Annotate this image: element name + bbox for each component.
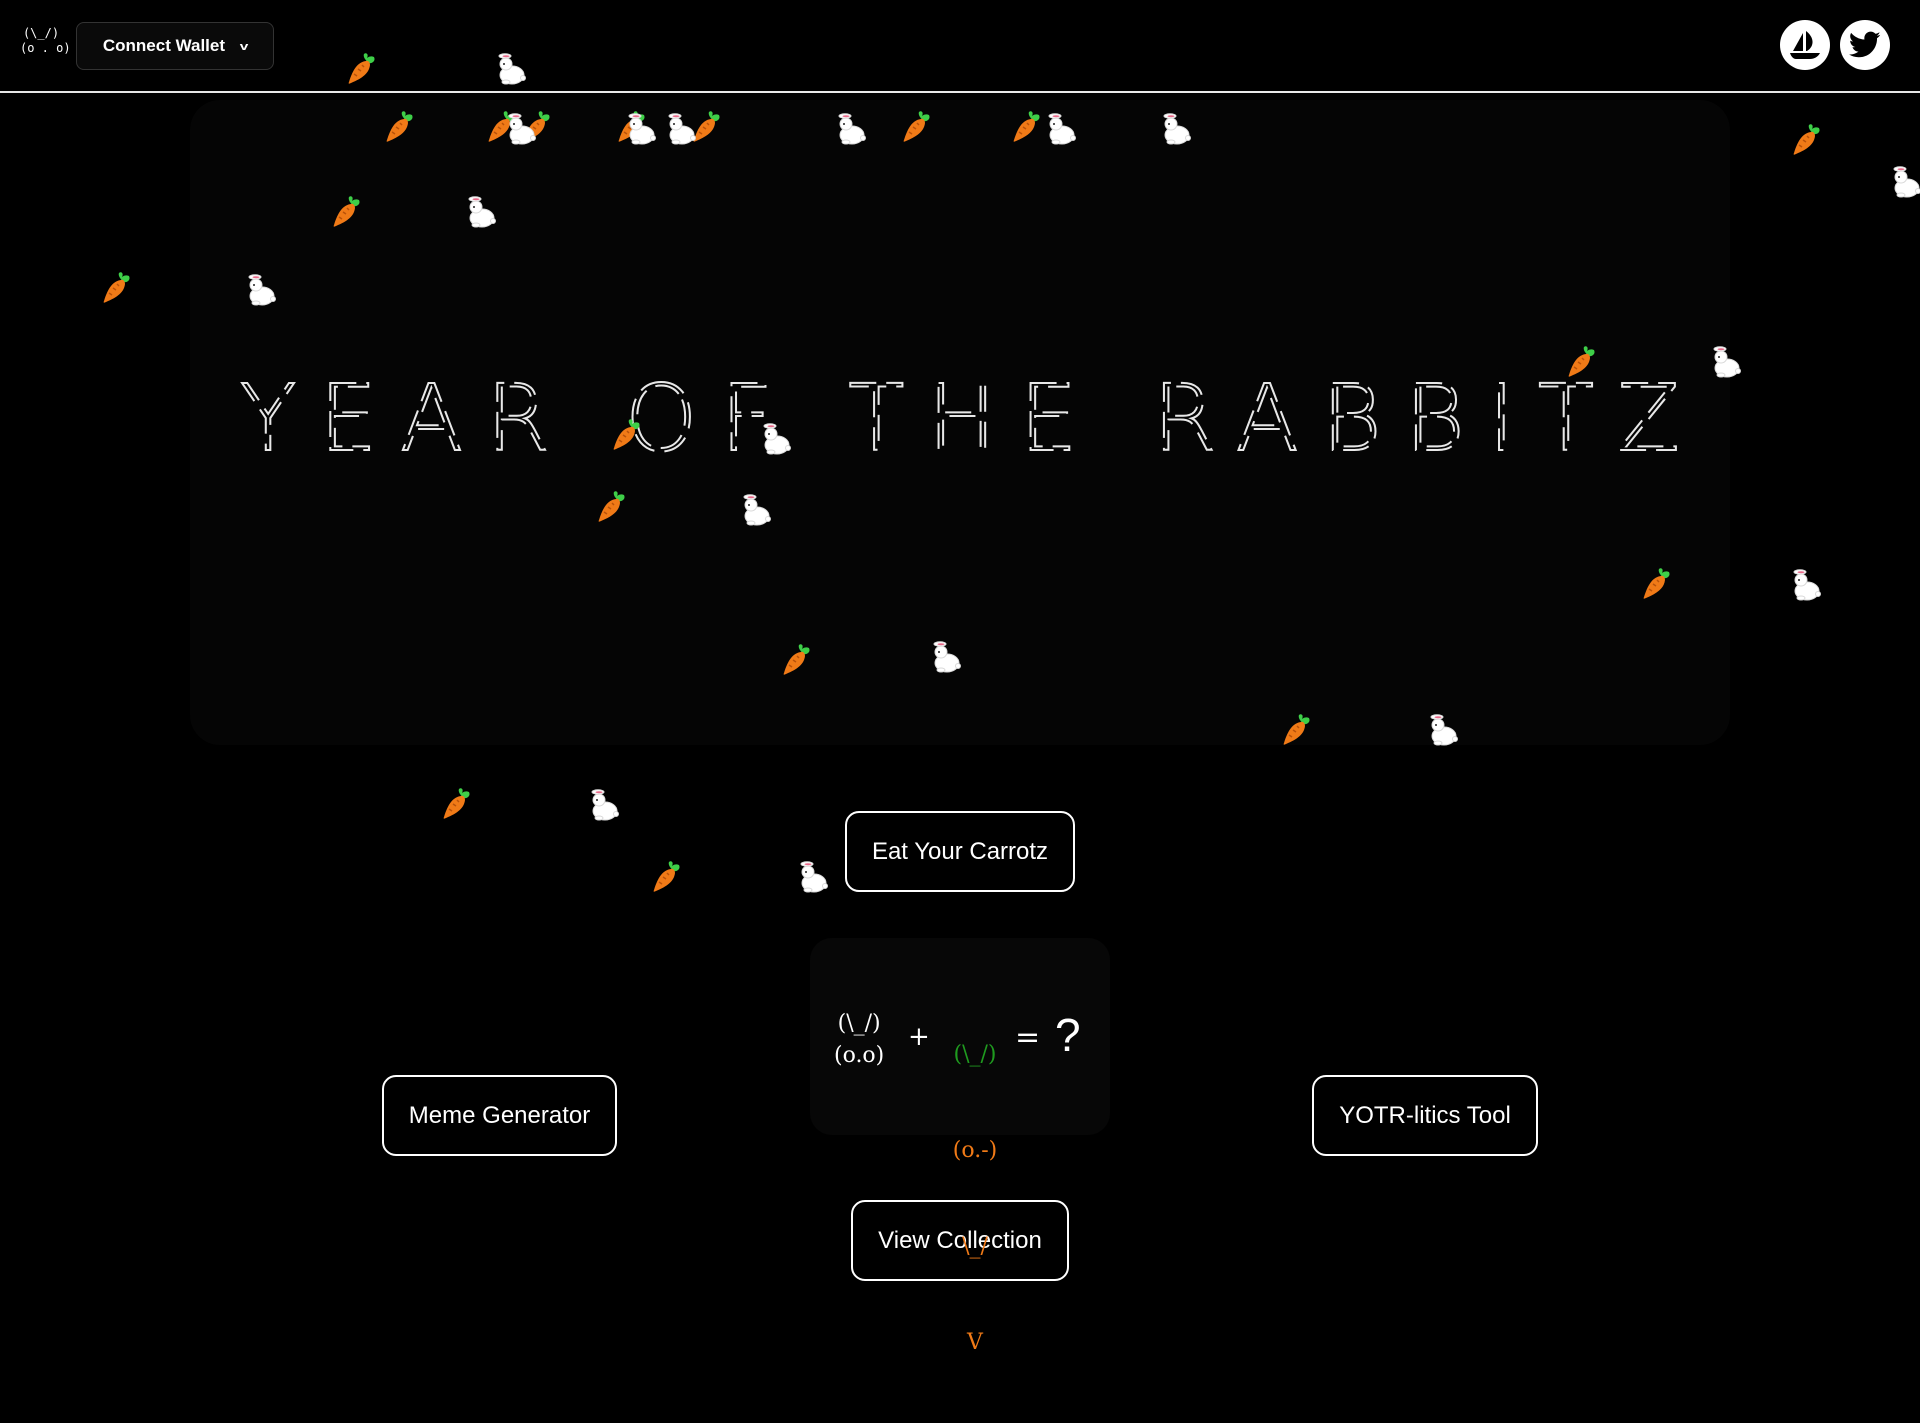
rabbit-icon	[835, 112, 869, 146]
rabbit-icon	[797, 860, 831, 894]
carrot-icon	[1280, 713, 1314, 747]
connect-wallet-button[interactable]: Connect Wallet v	[76, 22, 274, 70]
opensea-icon	[1788, 30, 1822, 60]
rabbit-icon	[588, 788, 622, 822]
carrot-icon	[383, 110, 417, 144]
rabbit-icon	[760, 422, 794, 456]
yotr-litics-button[interactable]: YOTR-litics Tool	[1312, 1075, 1538, 1156]
site-logo[interactable]: (\_/)(o . o)	[20, 26, 62, 56]
carrot-icon	[330, 195, 364, 229]
rabbit-icon	[665, 112, 699, 146]
twitter-link[interactable]	[1840, 20, 1890, 70]
chevron-down-icon: v	[240, 41, 249, 53]
carrot-icon	[610, 418, 644, 452]
carrot-rabbit-ears: (\_/)	[940, 1039, 1010, 1071]
carrot-rabbit-tip: V	[940, 1327, 1010, 1359]
rabbit-icon	[1045, 112, 1079, 146]
rabbit-icon	[625, 112, 659, 146]
rabbit-equation-card: (\_/)(o.o) + (\_/) (o.-) \_/ V = ?	[810, 938, 1110, 1135]
logo-line-1: (\_/)	[20, 26, 62, 41]
carrot-icon	[345, 52, 379, 86]
rabbit-icon	[245, 273, 279, 307]
rabbit-icon	[1160, 112, 1194, 146]
carrot-icon	[1640, 567, 1674, 601]
twitter-icon	[1849, 31, 1881, 59]
opensea-link[interactable]	[1780, 20, 1830, 70]
hero-title-text: YEAR OF THE RABBITZ	[240, 365, 1680, 472]
carrot-icon	[650, 860, 684, 894]
rabbit-icon	[740, 493, 774, 527]
logo-line-2: (o . o)	[20, 41, 62, 56]
rabbit-icon	[495, 52, 529, 86]
rabbit-icon	[505, 112, 539, 146]
carrot-icon	[595, 490, 629, 524]
eat-carrotz-button[interactable]: Eat Your Carrotz	[845, 811, 1075, 892]
carrot-icon	[780, 643, 814, 677]
carrot-icon	[1010, 110, 1044, 144]
carrot-icon	[900, 110, 934, 144]
equals-sign: =	[1015, 1020, 1040, 1055]
carrot-rabbit-body: \_/	[940, 1231, 1010, 1263]
rabbit-icon	[465, 195, 499, 229]
ascii-rabbit: (\_/)(o.o)	[834, 1008, 884, 1072]
ascii-rabbit-face: (o.o)	[834, 1040, 884, 1072]
carrot-rabbit-face: (o.-)	[940, 1135, 1010, 1167]
carrot-icon	[100, 271, 134, 305]
connect-wallet-label: Connect Wallet	[103, 36, 225, 56]
ascii-rabbit-ears: (\_/)	[834, 1008, 884, 1040]
rabbit-icon	[930, 640, 964, 674]
ascii-carrot-rabbit: (\_/) (o.-) \_/ V	[940, 975, 1010, 1423]
rabbit-icon	[1890, 165, 1920, 199]
carrot-icon	[1790, 123, 1824, 157]
carrot-icon	[440, 787, 474, 821]
top-nav: (\_/)(o . o) Connect Wallet v	[0, 0, 1920, 93]
meme-generator-button[interactable]: Meme Generator	[382, 1075, 617, 1156]
rabbit-icon	[1710, 345, 1744, 379]
rabbit-icon	[1790, 568, 1824, 602]
question-mark: ?	[1055, 1008, 1081, 1062]
rabbit-icon	[1427, 713, 1461, 747]
plus-sign: +	[908, 1022, 930, 1052]
carrot-icon	[1565, 345, 1599, 379]
